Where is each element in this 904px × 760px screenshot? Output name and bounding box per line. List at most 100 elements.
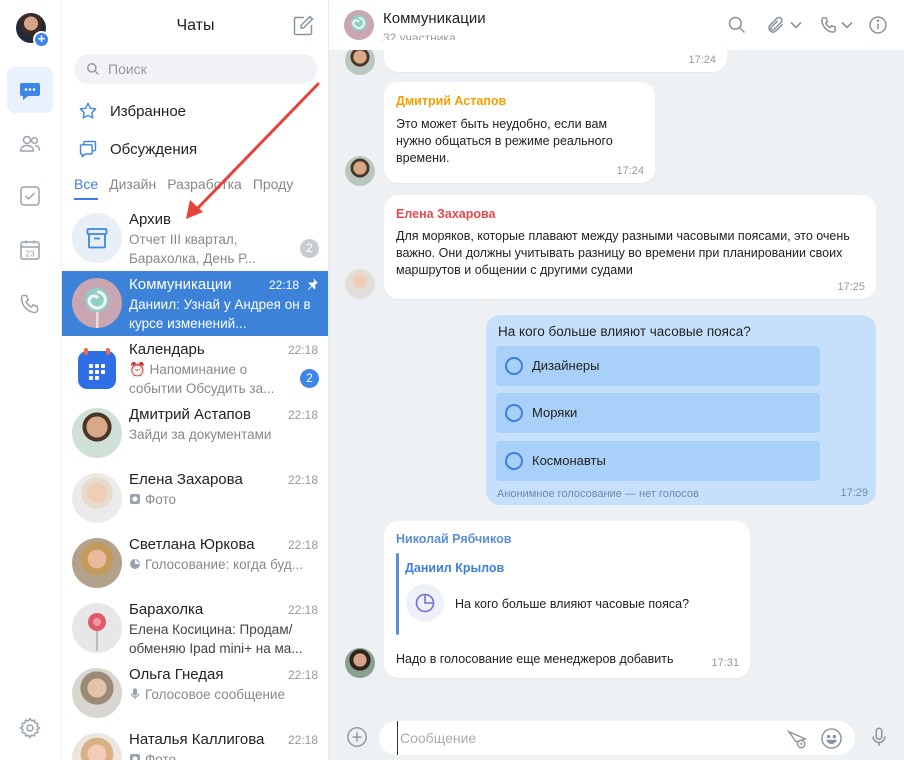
chat-time: 22:18 [287,343,318,357]
phone-icon[interactable] [819,15,839,35]
chat-name: Коммуникации [129,276,232,293]
chat-name: Архив [129,211,172,228]
microphone-icon[interactable] [868,725,890,749]
message-time: 17:31 [711,657,739,669]
message-field[interactable] [379,721,855,755]
avatar [72,473,122,523]
calls-nav-button[interactable] [7,281,53,327]
chat-preview: Фото [129,490,317,509]
info-icon[interactable] [868,15,888,35]
checkbox-icon [20,186,40,206]
poll-option[interactable]: Моряки [496,393,820,433]
search-box[interactable] [74,54,317,84]
poll-option[interactable]: Дизайнеры [496,346,820,386]
emoji-icon[interactable] [820,727,843,750]
conversation-title[interactable]: Коммуникации [383,10,486,27]
chat-name: Елена Захарова [129,471,243,488]
chat-name: Светлана Юркова [129,536,255,553]
tab-all[interactable]: Все [74,176,99,200]
unread-badge: 2 [300,239,319,258]
phone-icon [20,294,39,314]
message-author[interactable]: Дмитрий Астапов [396,94,506,108]
chat-time: 22:18 [287,668,318,682]
chat-row-dmitry[interactable]: Дмитрий Астапов 22:18 Зайди за документа… [62,401,328,466]
photo-icon [130,754,140,760]
contacts-icon [19,135,41,152]
message-bubble[interactable]: Елена Захарова Для моряков, которые плав… [384,195,876,299]
tab-design[interactable]: Дизайн [109,176,156,198]
chat-row-svetlana[interactable]: Светлана Юркова 22:18 Голосование: когда… [62,531,328,596]
message-text: Надо в голосование еще менеджеров добави… [396,652,674,666]
chat-preview: Даниил: Узнай у Андрея он в курсе измене… [129,297,311,331]
poll-note: Анонимное голосование — нет голосов [497,488,699,500]
filter-tabs: Все Дизайн Разработка Проду [74,176,328,202]
avatar [72,538,122,588]
chat-row-archive[interactable]: Архив Отчет III квартал, Барахолка, День… [62,206,328,271]
chat-row-baraholka[interactable]: Барахолка 22:18 Елена Косицина: Продам/о… [62,596,328,661]
contacts-nav-button[interactable] [7,121,53,167]
avatar [72,668,122,718]
chat-list-title: Чаты [176,17,215,34]
sender-avatar [345,269,375,299]
microphone-icon [130,688,140,699]
poll-option[interactable]: Космонавты [496,441,820,481]
poll-message: На кого больше влияют часовые пояса? Диз… [486,315,876,505]
lollipop-avatar [72,278,122,328]
chevron-down-icon[interactable] [841,21,853,29]
message-author[interactable]: Николай Рябчиков [396,532,511,546]
chat-bubble-icon [20,83,40,100]
chat-row-natalia[interactable]: Наталья Каллигова 22:18 Фото [62,726,328,760]
chat-row-olga[interactable]: Ольга Гнедая 22:18 Голосовое сообщение [62,661,328,726]
quoted-message[interactable] [396,553,399,635]
search-icon[interactable] [727,15,747,35]
add-circle-icon[interactable] [346,726,368,748]
tasks-nav-button[interactable] [7,173,53,219]
search-input[interactable] [108,54,298,84]
tab-product[interactable]: Проду [253,176,294,198]
chat-name: Дмитрий Астапов [129,406,251,423]
message-bubble[interactable]: Николай Рябчиков Даниил Крылов На кого б… [384,521,750,678]
chat-row-communications[interactable]: Коммуникации 22:18 Даниил: Узнай у Андре… [62,271,328,336]
discussions-icon [79,140,97,158]
favorites-shortcut[interactable]: Избранное [78,97,186,125]
preview-text: Фото [145,752,177,760]
message-time: 17:29 [840,487,868,499]
conversation-panel: Коммуникации 32 участника 17:24 Дмитрий … [329,0,904,760]
chat-time: 22:18 [287,408,318,422]
chat-name: Наталья Каллигова [129,731,265,748]
chat-row-calendar[interactable]: Календарь 22:18 ⏰ Напоминание о событии … [62,336,328,401]
chat-preview: Голосование: когда буд... [129,555,317,574]
conversation-avatar[interactable] [344,10,374,40]
chat-time: 22:18 [268,278,299,292]
quote-text: На кого больше влияют часовые пояса? [455,597,690,611]
chat-preview: Голосовое сообщение [129,685,317,704]
message-input[interactable] [397,721,777,755]
settings-nav-button[interactable] [7,705,53,751]
radio-icon [505,452,523,470]
chat-name: Ольга Гнедая [129,666,224,683]
calendar-nav-button[interactable]: 23 [7,227,53,273]
avatar [72,603,122,653]
chat-preview: ⏰ Напоминание о событии Обсудить за... [129,362,275,396]
sender-avatar [345,156,375,186]
chat-row-elena[interactable]: Елена Захарова 22:18 Фото [62,466,328,531]
discussions-shortcut[interactable]: Обсуждения [78,135,197,163]
compose-icon[interactable] [291,14,315,38]
sender-avatar [345,648,375,678]
chat-name: Календарь [129,341,205,358]
chats-nav-button[interactable] [7,67,53,113]
preview-text: Голосование: когда буд... [145,557,303,572]
message-bubble[interactable]: 17:24 [384,40,727,72]
scheduled-send-icon[interactable] [786,728,808,750]
message-author[interactable]: Елена Захарова [396,207,495,221]
tab-development[interactable]: Разработка [167,176,242,198]
add-account-icon[interactable]: + [33,31,50,48]
poll-icon [130,559,140,569]
preview-text: Фото [145,492,177,507]
chevron-down-icon[interactable] [790,21,802,29]
attach-icon[interactable] [766,15,786,35]
message-time: 17:25 [837,281,865,293]
message-bubble[interactable]: Дмитрий Астапов Это может быть неудобно,… [384,82,655,183]
chat-preview: Елена Косицина: Продам/обменяю Ipad mini… [129,622,303,656]
calendar-day: 23 [26,250,35,259]
